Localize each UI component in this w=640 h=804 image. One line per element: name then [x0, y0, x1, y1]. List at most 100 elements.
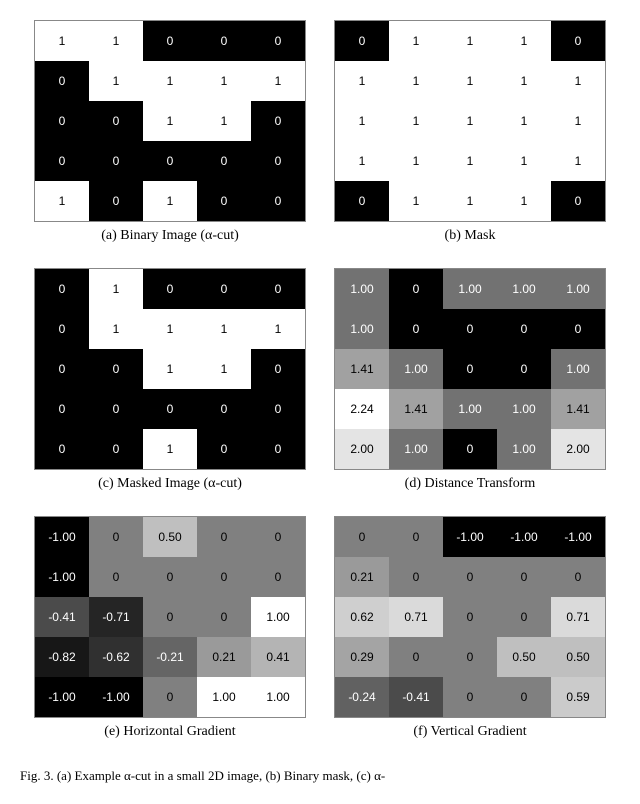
panel-caption: (f) Vertical Gradient [320, 724, 620, 740]
cell: 1 [335, 101, 389, 141]
cell: 0 [143, 141, 197, 181]
cell: 1.41 [389, 389, 443, 429]
cell: 1 [89, 309, 143, 349]
cell: 1 [443, 181, 497, 221]
cell: 0.50 [497, 637, 551, 677]
cell: 1.00 [497, 389, 551, 429]
cell: 0.41 [251, 637, 305, 677]
cell: 1 [443, 21, 497, 61]
cell: 1.00 [551, 349, 605, 389]
cell: 0 [197, 269, 251, 309]
cell: 1 [197, 101, 251, 141]
cell: 1 [497, 141, 551, 181]
cell: -1.00 [89, 677, 143, 717]
cell: 1 [143, 101, 197, 141]
cell: 0 [35, 269, 89, 309]
cell: 0 [89, 429, 143, 469]
figure-grid: 1100001111001100000010100(a) Binary Imag… [20, 20, 620, 764]
cell: 1 [389, 181, 443, 221]
cell: 0 [251, 21, 305, 61]
cell: 0 [89, 517, 143, 557]
cell: 0 [197, 141, 251, 181]
cell: 0 [143, 269, 197, 309]
cell: 1 [143, 181, 197, 221]
cell: 1 [89, 269, 143, 309]
cell: 0 [251, 349, 305, 389]
grid-a: 1100001111001100000010100 [34, 20, 306, 222]
cell: 0 [443, 637, 497, 677]
cell: 0 [251, 269, 305, 309]
cell: 0 [251, 389, 305, 429]
cell: 0.21 [335, 557, 389, 597]
cell: 0 [35, 141, 89, 181]
panel-caption: (a) Binary Image (α-cut) [20, 228, 320, 244]
grid-d: 1.0001.001.001.001.0000001.411.00001.002… [334, 268, 606, 470]
cell: 1 [443, 61, 497, 101]
cell: 1 [143, 429, 197, 469]
cell: -1.00 [35, 557, 89, 597]
cell: 0 [497, 309, 551, 349]
panel-e: -1.0000.5000-1.000000-0.41-0.71001.00-0.… [20, 516, 320, 740]
cell: -1.00 [497, 517, 551, 557]
cell: 0 [443, 557, 497, 597]
cell: 0 [143, 21, 197, 61]
cell: 1 [497, 101, 551, 141]
cell: 1 [389, 21, 443, 61]
cell: 1 [551, 141, 605, 181]
cell: 0 [143, 677, 197, 717]
cell: 1 [197, 309, 251, 349]
cell: 1 [335, 141, 389, 181]
cell: 1 [335, 61, 389, 101]
cell: 1 [143, 349, 197, 389]
cell: 1 [497, 61, 551, 101]
cell: 1 [389, 61, 443, 101]
cell: 0 [35, 309, 89, 349]
panel-a: 1100001111001100000010100 (a) Binary Imag… [20, 20, 320, 244]
cell: 0 [89, 349, 143, 389]
cell: 0 [251, 517, 305, 557]
cell: 0 [89, 101, 143, 141]
cell: -1.00 [35, 517, 89, 557]
panel-caption: (d) Distance Transform [320, 476, 620, 492]
cell: 1.00 [251, 597, 305, 637]
cell: -0.82 [35, 637, 89, 677]
cell: -1.00 [35, 677, 89, 717]
panel-c: 0100001111001100000000100 (c) Masked Imag… [20, 268, 320, 492]
panel-d: 1.0001.001.001.001.0000001.411.00001.002… [320, 268, 620, 492]
cell: 0 [389, 517, 443, 557]
cell: 1.00 [335, 269, 389, 309]
cell: 0 [89, 389, 143, 429]
cell: 0.21 [197, 637, 251, 677]
cell: 1.00 [443, 389, 497, 429]
grid-c: 0100001111001100000000100 [34, 268, 306, 470]
cell: 0.71 [551, 597, 605, 637]
cell: 1 [497, 181, 551, 221]
cell: -1.00 [551, 517, 605, 557]
cell: 0 [497, 597, 551, 637]
cell: 1 [35, 21, 89, 61]
panel-caption: (c) Masked Image (α-cut) [20, 476, 320, 492]
cell: 1.00 [197, 677, 251, 717]
cell: 0 [89, 557, 143, 597]
cell: 0.29 [335, 637, 389, 677]
cell: -0.41 [35, 597, 89, 637]
cell: 0.50 [551, 637, 605, 677]
cell: 1 [497, 21, 551, 61]
cell: 1.41 [335, 349, 389, 389]
cell: 1.00 [551, 269, 605, 309]
cell: 1.00 [389, 429, 443, 469]
cell: 0 [251, 429, 305, 469]
cell: 0 [35, 61, 89, 101]
cell: 0 [35, 101, 89, 141]
cell: 0 [143, 389, 197, 429]
cell: 2.00 [551, 429, 605, 469]
panel-f: 00-1.00-1.00-1.000.2100000.620.71000.710… [320, 516, 620, 740]
cell: 1 [551, 101, 605, 141]
cell: 0 [251, 181, 305, 221]
cell: 1 [389, 101, 443, 141]
grid-b: 0111011111111111111101110 [334, 20, 606, 222]
cell: 0 [143, 597, 197, 637]
cell: 0 [443, 429, 497, 469]
panel-b: 0111011111111111111101110(b) Mask [320, 20, 620, 244]
cell: 0 [335, 21, 389, 61]
